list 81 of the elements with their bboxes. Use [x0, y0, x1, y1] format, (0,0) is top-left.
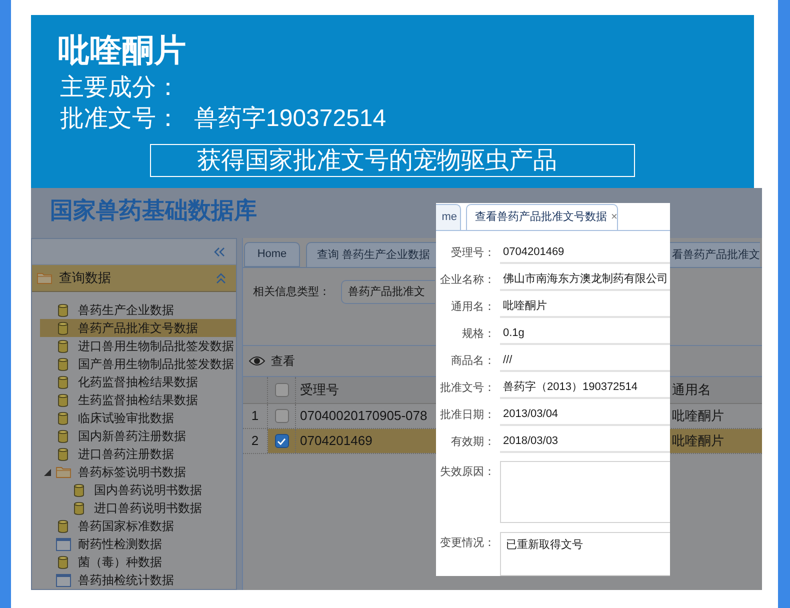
text-field[interactable]: 吡喹酮片 — [500, 297, 670, 318]
text-area[interactable] — [500, 461, 670, 523]
sidebar-item[interactable]: 进口兽药说明书数据 — [40, 499, 236, 517]
sidebar-item[interactable]: 国内新兽药注册数据 — [40, 427, 236, 445]
database-icon — [58, 430, 68, 442]
text-field[interactable]: /// — [500, 351, 670, 372]
sidebar-item[interactable]: 国内兽药说明书数据 — [40, 481, 236, 499]
window-icon — [56, 538, 70, 550]
accordion-header[interactable]: 查询数据 — [32, 265, 236, 292]
sidebar-item[interactable]: 菌（毒）种数据 — [40, 553, 236, 571]
sidebar-item[interactable]: 兽药产品批准文号数据 — [40, 319, 236, 337]
tab[interactable]: Home — [244, 242, 300, 267]
select-field[interactable]: 兽药产品批准文 — [341, 280, 435, 304]
checkbox[interactable] — [274, 383, 288, 397]
database-icon — [74, 484, 84, 496]
fact-value: 兽药字190372514 — [194, 104, 386, 134]
table-cell[interactable]: 吡喹酮片 — [668, 429, 762, 453]
database-icon — [74, 502, 84, 514]
database-icon — [58, 376, 68, 388]
fact-label: 主要成分： — [60, 73, 180, 103]
field-label: 批准文号： — [439, 380, 496, 396]
database-icon — [58, 412, 68, 424]
sidebar-item[interactable]: 进口兽用生物制品批签发数据 — [40, 337, 236, 355]
sidebar-item[interactable]: 兽药标签说明书数据 — [40, 463, 236, 481]
sidebar-item[interactable]: 兽药生产企业数据 — [40, 301, 236, 319]
product-title: 吡喹酮片 — [58, 32, 186, 68]
close-button[interactable]: × — [611, 212, 618, 223]
check-icon — [277, 438, 286, 444]
database-icon — [58, 448, 68, 460]
filter-label: 相关信息类型： — [253, 284, 330, 300]
database-icon — [58, 304, 68, 316]
window-icon — [56, 574, 70, 586]
database-icon — [58, 520, 68, 532]
field-label: 通用名： — [450, 300, 496, 315]
field-label: 有效期： — [450, 435, 496, 450]
database-icon — [58, 394, 68, 406]
database-icon — [58, 340, 68, 352]
tab[interactable]: me — [436, 204, 461, 230]
tab[interactable]: 查看兽药产品批准文号数据 × — [466, 204, 618, 230]
text-field[interactable]: 佛山市南海东方澳龙制药有限公司 — [500, 270, 670, 291]
sidebar-item[interactable]: 兽药抽检统计数据 — [40, 571, 236, 589]
sidebar-item[interactable]: 国产兽用生物制品批签发数据 — [40, 355, 236, 373]
text-field[interactable]: 0704201469 — [500, 243, 670, 264]
tagline-box: 获得国家批准文号的宠物驱虫产品 — [150, 144, 635, 177]
database-icon — [58, 322, 68, 334]
checkbox[interactable] — [274, 409, 288, 423]
double-chevron-up-icon[interactable] — [216, 272, 226, 284]
tab[interactable]: 看兽药产品批准文 — [670, 242, 760, 267]
checkbox[interactable] — [274, 434, 288, 448]
text-field[interactable]: 2013/03/04 — [500, 405, 670, 426]
field-label: 规格： — [461, 327, 496, 342]
sidebar-item[interactable]: 进口兽药注册数据 — [40, 445, 236, 463]
field-label: 企业名称： — [439, 273, 496, 288]
sidebar-item[interactable]: 临床试验审批数据 — [40, 409, 236, 427]
folder-icon — [56, 466, 70, 478]
field-label: 失效原因： — [439, 465, 496, 479]
field-label: 批准日期： — [439, 408, 496, 423]
sidebar-item[interactable]: 耐药性检测数据 — [40, 535, 236, 553]
app-title: 国家兽药基础数据库 — [50, 196, 257, 224]
table-cell[interactable]: 0704201469 — [296, 429, 436, 453]
text-field[interactable]: 0.1g — [500, 324, 670, 345]
column-header[interactable]: 通用名 — [668, 377, 762, 403]
eye-icon — [249, 356, 265, 366]
sidebar-item[interactable]: 兽药国家标准数据 — [40, 517, 236, 535]
view-button[interactable]: 查看 — [249, 352, 295, 370]
fact-label: 批准文号： — [60, 104, 180, 134]
sidebar-item[interactable]: 化药监督抽检结果数据 — [40, 373, 236, 391]
tab[interactable]: 查询 兽药生产企业数据 — [306, 242, 436, 267]
database-icon — [58, 358, 68, 370]
text-field[interactable]: 2018/03/03 — [500, 432, 670, 453]
text-area[interactable]: 已重新取得文号 — [500, 532, 670, 576]
expanded-triangle-icon[interactable] — [44, 468, 51, 476]
folder-icon — [37, 272, 52, 284]
field-label: 变更情况： — [439, 536, 496, 550]
field-label: 商品名： — [450, 354, 496, 369]
sidebar-item[interactable]: 生药监督抽检结果数据 — [40, 391, 236, 409]
field-label: 受理号： — [450, 246, 496, 261]
double-chevron-left-icon[interactable] — [214, 246, 225, 256]
database-icon — [58, 556, 68, 568]
column-header[interactable]: 受理号 — [296, 377, 436, 403]
text-field[interactable]: 兽药字（2013）190372514 — [500, 378, 670, 399]
